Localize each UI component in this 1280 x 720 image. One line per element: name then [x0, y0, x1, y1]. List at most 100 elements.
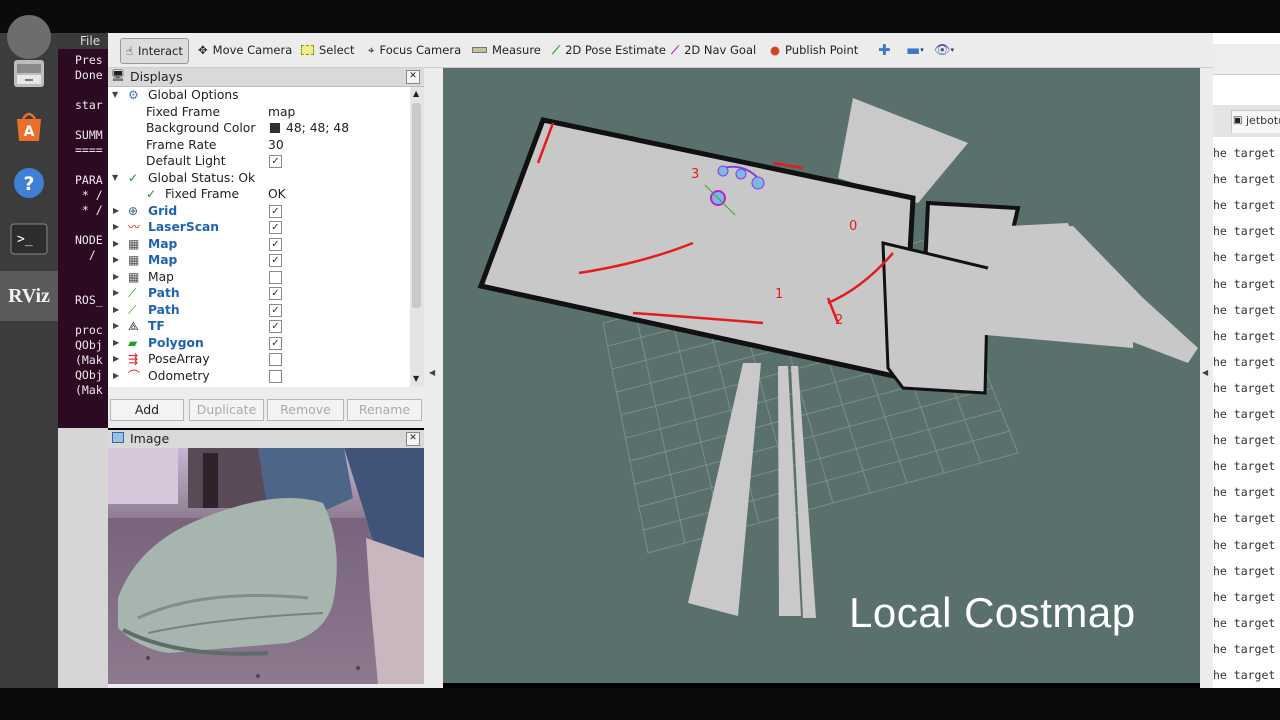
- display-item-posearray[interactable]: ▶ ⇶ PoseArray: [108, 351, 410, 368]
- display-item-path[interactable]: ▶ ⟋ Path ✓: [108, 302, 410, 319]
- publish-point-tool-button[interactable]: ● Publish Point: [770, 38, 858, 62]
- tree-row-background-color[interactable]: Background Color 48; 48; 48: [108, 120, 410, 137]
- expand-arrow-icon[interactable]: ▶: [113, 269, 119, 286]
- rviz-launcher-label: RViz: [8, 284, 50, 307]
- eye-icon[interactable]: 👁 ▾: [934, 38, 954, 62]
- display-item-label: Odometry: [148, 368, 210, 383]
- display-enable-checkbox[interactable]: ✓: [269, 237, 282, 251]
- move-camera-tool-button[interactable]: ✥ Move Camera: [198, 38, 292, 62]
- background-terminal[interactable]: File Pres Done star SUMM ==== PARA * / * / NOD…: [58, 33, 114, 428]
- terminal-line: he target p: [1213, 407, 1280, 421]
- display-item-odometry[interactable]: ▶ ⌒ Odometry: [108, 368, 410, 385]
- expand-arrow-icon[interactable]: ▶: [113, 219, 119, 236]
- select-tool-button[interactable]: Select: [301, 38, 354, 62]
- rviz-toolbar: ☝ Interact ✥ Move Camera Select ⌖ Focus Cam…: [108, 33, 1213, 68]
- software-center-icon[interactable]: A: [7, 105, 51, 149]
- display-item-polygon[interactable]: ▶ ▰ Polygon ✓: [108, 335, 410, 352]
- display-enable-checkbox[interactable]: ✓: [269, 254, 282, 267]
- measure-tool-button[interactable]: Measure: [472, 38, 541, 62]
- panel-splitter[interactable]: ◀: [424, 68, 443, 688]
- display-enable-checkbox[interactable]: ✓: [269, 336, 282, 350]
- display-enable-checkbox[interactable]: ✓: [269, 303, 282, 317]
- expand-arrow-icon[interactable]: ▶: [113, 252, 119, 269]
- display-enable-checkbox[interactable]: [269, 270, 282, 284]
- terminal-line: NODE: [75, 233, 103, 247]
- display-enable-checkbox[interactable]: [269, 369, 282, 383]
- tree-row-default-light[interactable]: Default Light ✓: [108, 153, 410, 170]
- select-box-icon: [301, 45, 314, 55]
- display-enable-checkbox[interactable]: ✓: [269, 320, 282, 333]
- green-arrow-icon: ⟋: [552, 42, 561, 57]
- expand-arrow-icon[interactable]: ▶: [113, 285, 119, 302]
- display-item-tf[interactable]: ▶ ⟁ TF ✓: [108, 318, 410, 335]
- frame-rate-value[interactable]: 30: [268, 137, 284, 154]
- rviz-launcher-icon[interactable]: RViz: [0, 271, 58, 321]
- terminal-icon[interactable]: >_: [7, 217, 51, 261]
- expand-arrow-icon[interactable]: ▶: [113, 302, 119, 319]
- help-icon[interactable]: ?: [7, 161, 51, 205]
- expand-arrow-icon[interactable]: ▶: [113, 203, 119, 220]
- displays-title: Displays: [130, 69, 183, 84]
- map-display: [477, 117, 1198, 395]
- displays-scrollbar[interactable]: ▲ ▼: [410, 87, 424, 387]
- close-icon[interactable]: ✕: [406, 432, 420, 446]
- rename-button[interactable]: Rename: [347, 399, 422, 421]
- add-tool-icon[interactable]: ✚: [878, 38, 891, 62]
- terminal-tab-label[interactable]: jetbot@: [1246, 114, 1280, 127]
- interact-tool-button[interactable]: ☝ Interact: [120, 38, 189, 64]
- right-splitter[interactable]: ◀: [1200, 68, 1213, 688]
- close-icon[interactable]: ✕: [406, 70, 420, 84]
- fixed-frame-value[interactable]: map: [268, 104, 295, 121]
- tree-row-status-fixed-frame[interactable]: ✓ Fixed Frame OK: [108, 186, 410, 203]
- default-light-checkbox[interactable]: ✓: [269, 155, 282, 168]
- focus-camera-tool-button[interactable]: ⌖ Focus Camera: [368, 38, 461, 62]
- collapse-left-icon[interactable]: ◀: [429, 368, 435, 377]
- tree-row-global-options[interactable]: ▼ ⚙ Global Options: [108, 87, 410, 104]
- expand-arrow-icon[interactable]: ▶: [113, 368, 119, 385]
- display-item-label: TF: [148, 319, 165, 333]
- right-terminal[interactable]: ▣ jetbot@ he target p he target p he targe…: [1213, 33, 1280, 688]
- expand-arrow-icon[interactable]: ▶: [113, 318, 119, 335]
- add-button[interactable]: Add: [110, 399, 184, 421]
- expand-arrow-icon[interactable]: ▼: [112, 87, 118, 104]
- focus-crosshair-icon: ⌖: [368, 42, 375, 57]
- background-color-value[interactable]: 48; 48; 48: [286, 120, 349, 137]
- display-item-map[interactable]: ▶ ▦ Map: [108, 269, 410, 286]
- remove-button[interactable]: Remove: [267, 399, 344, 421]
- display-item-label: PoseArray: [148, 352, 210, 366]
- display-item-laserscan[interactable]: ▶ 〰 LaserScan ✓: [108, 219, 410, 236]
- expand-arrow-icon[interactable]: ▶: [113, 351, 119, 368]
- tree-row-global-status[interactable]: ▼ ✓ Global Status: Ok: [108, 170, 410, 187]
- displays-panel: 🖥 Displays ✕ ▼ ⚙ Global Options Fixed Fr…: [108, 68, 424, 428]
- display-item-map[interactable]: ▶ ▦ Map ✓: [108, 252, 410, 269]
- display-enable-checkbox[interactable]: ✓: [269, 287, 282, 300]
- tree-row-frame-rate[interactable]: Frame Rate 30: [108, 137, 410, 154]
- rviz-3d-view[interactable]: 3 0 1 2 Local Costmap: [443, 68, 1200, 683]
- terminal-line: (Mak: [75, 383, 103, 397]
- pose-estimate-tool-button[interactable]: ⟋ 2D Pose Estimate: [552, 38, 666, 62]
- display-enable-checkbox[interactable]: [269, 353, 282, 366]
- display-item-map[interactable]: ▶ ▦ Map ✓: [108, 236, 410, 253]
- files-icon[interactable]: [7, 51, 51, 95]
- expand-arrow-icon[interactable]: ▶: [113, 335, 119, 352]
- status-fixed-frame-value: OK: [268, 187, 286, 201]
- nav-goal-tool-button[interactable]: ⟋ 2D Nav Goal: [671, 38, 756, 62]
- remove-tool-icon[interactable]: ▬ ▾: [906, 38, 924, 62]
- terminal-line: he target p: [1213, 485, 1280, 500]
- collapse-right-icon[interactable]: ◀: [1202, 368, 1208, 377]
- menu-file[interactable]: File: [80, 34, 100, 48]
- color-swatch[interactable]: [270, 123, 280, 133]
- frame-label-2: 3: [691, 167, 699, 182]
- duplicate-button[interactable]: Duplicate: [189, 399, 264, 421]
- display-item-grid[interactable]: ▶ ⊕ Grid ✓: [108, 203, 410, 220]
- display-enable-checkbox[interactable]: ✓: [269, 221, 282, 234]
- tf-icon: ⟁: [128, 319, 139, 333]
- path-icon: ⟋: [128, 286, 137, 300]
- terminal-line: he target p: [1213, 380, 1280, 395]
- tree-row-fixed-frame[interactable]: Fixed Frame map: [108, 104, 410, 121]
- expand-arrow-icon[interactable]: ▼: [112, 170, 118, 187]
- expand-arrow-icon[interactable]: ▶: [113, 236, 119, 253]
- display-enable-checkbox[interactable]: ✓: [269, 204, 282, 218]
- display-item-path[interactable]: ▶ ⟋ Path ✓: [108, 285, 410, 302]
